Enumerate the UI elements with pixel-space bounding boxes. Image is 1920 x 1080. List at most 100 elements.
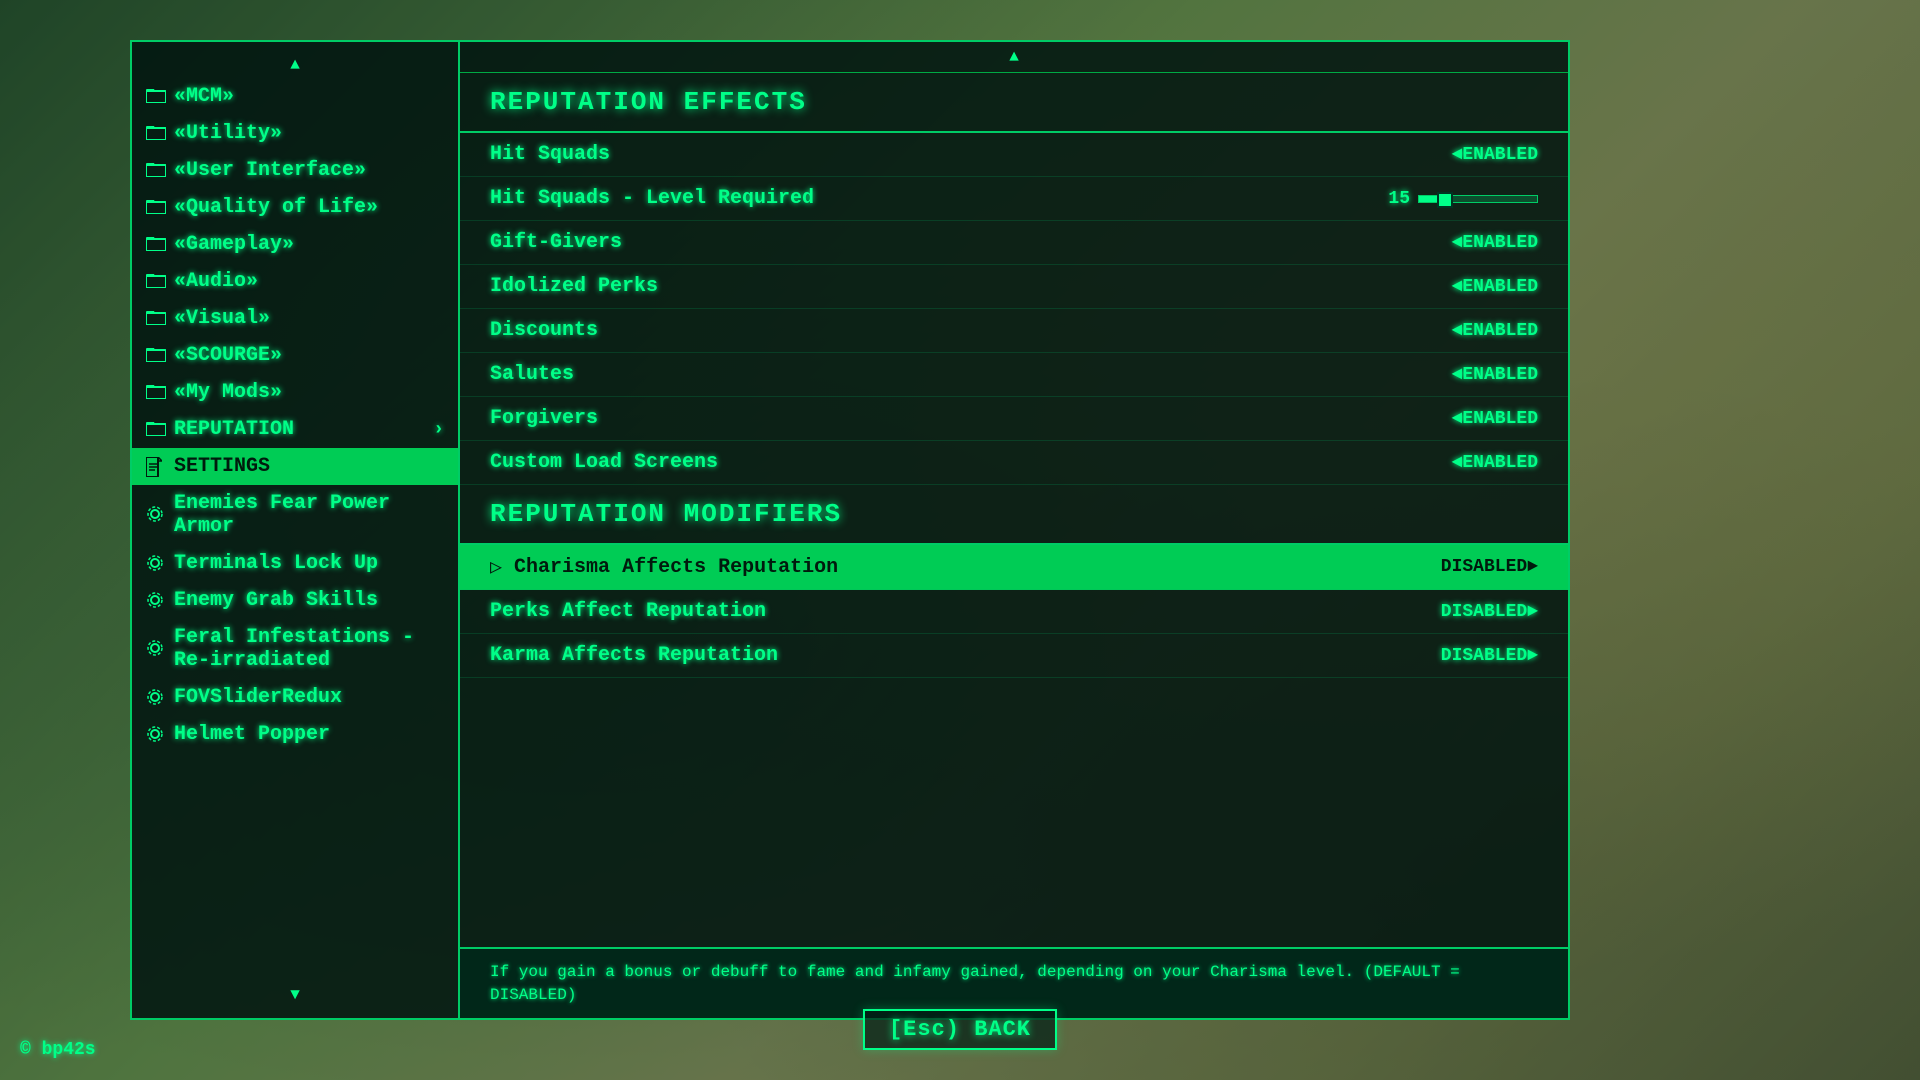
sidebar-item-scourge[interactable]: «SCOURGE»	[132, 337, 458, 374]
folder-icon	[146, 272, 166, 292]
cursor-arrow-charisma-affects: ▷	[490, 554, 502, 580]
sidebar-item-label-visual: «Visual»	[174, 307, 270, 330]
setting-value-karma-affects[interactable]: DISABLED►	[1378, 646, 1538, 666]
folder-icon	[146, 198, 166, 218]
setting-row-perks-affect[interactable]: Perks Affect ReputationDISABLED►	[460, 590, 1568, 634]
setting-row-gift-givers[interactable]: Gift-Givers◄ENABLED	[460, 221, 1568, 265]
setting-label-gift-givers: Gift-Givers	[490, 231, 1378, 254]
setting-value-hit-squads[interactable]: ◄ENABLED	[1378, 145, 1538, 165]
setting-value-salutes[interactable]: ◄ENABLED	[1378, 365, 1538, 385]
folder-icon	[146, 235, 166, 255]
setting-row-charisma-affects[interactable]: ▷ Charisma Affects ReputationDISABLED►	[460, 545, 1568, 590]
gear-icon	[146, 639, 166, 659]
setting-label-perks-affect: Perks Affect Reputation	[490, 600, 1378, 623]
sidebar-item-label-mcm: «MCM»	[174, 85, 234, 108]
sidebar-item-utility[interactable]: «Utility»	[132, 115, 458, 152]
folder-icon	[146, 309, 166, 329]
gear-icon	[146, 505, 166, 525]
setting-value-custom-load-screens[interactable]: ◄ENABLED	[1378, 453, 1538, 473]
setting-row-hit-squads[interactable]: Hit Squads◄ENABLED	[460, 133, 1568, 177]
sidebar-item-terminals-lock-up[interactable]: Terminals Lock Up	[132, 545, 458, 582]
ui-container: ▲ «MCM» «Utility» «User Interface» «Quality…	[130, 40, 1570, 1020]
setting-row-discounts[interactable]: Discounts◄ENABLED	[460, 309, 1568, 353]
sidebar-arrow-reputation: ›	[433, 420, 444, 440]
right-panel: ▲ REPUTATION EFFECTSHit Squads◄ENABLEDHi…	[460, 40, 1570, 1020]
sidebar-item-my-mods[interactable]: «My Mods»	[132, 374, 458, 411]
sidebar-scroll-up[interactable]: ▲	[132, 52, 458, 78]
sidebar-item-label-scourge: «SCOURGE»	[174, 344, 282, 367]
sidebar-item-enemies-fear[interactable]: Enemies Fear Power Armor	[132, 485, 458, 545]
section-header-reputation-modifiers: REPUTATION MODIFIERS	[460, 485, 1568, 545]
folder-icon	[146, 87, 166, 107]
sidebar-item-label-enemy-grab-skills: Enemy Grab Skills	[174, 589, 378, 612]
gear-icon	[146, 591, 166, 611]
setting-row-idolized-perks[interactable]: Idolized Perks◄ENABLED	[460, 265, 1568, 309]
folder-icon	[146, 124, 166, 144]
sidebar: ▲ «MCM» «Utility» «User Interface» «Quality…	[130, 40, 460, 1020]
setting-row-custom-load-screens[interactable]: Custom Load Screens◄ENABLED	[460, 441, 1568, 485]
sidebar-item-label-reputation: REPUTATION	[174, 418, 294, 441]
setting-value-charisma-affects[interactable]: DISABLED►	[1378, 557, 1538, 577]
folder-icon	[146, 346, 166, 366]
sidebar-item-gameplay[interactable]: «Gameplay»	[132, 226, 458, 263]
sidebar-item-label-my-mods: «My Mods»	[174, 381, 282, 404]
copyright-text: © bp42s	[20, 1040, 96, 1060]
slider-thumb-hit-squads-level	[1437, 192, 1453, 208]
slider-fill-hit-squads-level	[1419, 196, 1437, 202]
setting-label-hit-squads: Hit Squads	[490, 143, 1378, 166]
back-button-wrap: [Esc) BACK	[863, 1009, 1057, 1050]
sidebar-item-fov-slider-redux[interactable]: FOVSliderRedux	[132, 679, 458, 716]
sections-container: REPUTATION EFFECTSHit Squads◄ENABLEDHit …	[460, 73, 1568, 678]
sidebar-item-label-quality-of-life: «Quality of Life»	[174, 196, 378, 219]
slider-num-hit-squads-level: 15	[1388, 189, 1410, 209]
sidebar-item-label-enemies-fear: Enemies Fear Power Armor	[174, 492, 444, 538]
sidebar-item-visual[interactable]: «Visual»	[132, 300, 458, 337]
sidebar-item-label-fov-slider-redux: FOVSliderRedux	[174, 686, 342, 709]
setting-value-idolized-perks[interactable]: ◄ENABLED	[1378, 277, 1538, 297]
setting-label-salutes: Salutes	[490, 363, 1378, 386]
setting-label-hit-squads-level: Hit Squads - Level Required	[490, 187, 1338, 210]
folder-icon	[146, 420, 166, 440]
sidebar-item-feral-infestations[interactable]: Feral Infestations - Re-irradiated	[132, 619, 458, 679]
sidebar-item-label-audio: «Audio»	[174, 270, 258, 293]
sidebar-item-settings[interactable]: SETTINGS	[132, 448, 458, 485]
folder-icon	[146, 161, 166, 181]
sidebar-item-audio[interactable]: «Audio»	[132, 263, 458, 300]
slider-hit-squads-level[interactable]: 15	[1338, 189, 1538, 209]
setting-label-discounts: Discounts	[490, 319, 1378, 342]
back-button[interactable]: [Esc) BACK	[863, 1009, 1057, 1050]
sidebar-scroll-down[interactable]: ▼	[132, 982, 458, 1008]
sidebar-item-label-settings: SETTINGS	[174, 455, 270, 478]
sidebar-item-enemy-grab-skills[interactable]: Enemy Grab Skills	[132, 582, 458, 619]
page-icon	[146, 457, 166, 477]
slider-track-hit-squads-level[interactable]	[1418, 195, 1538, 203]
section-header-reputation-effects: REPUTATION EFFECTS	[460, 73, 1568, 133]
sidebar-item-label-helmet-popper: Helmet Popper	[174, 723, 330, 746]
sidebar-item-label-feral-infestations: Feral Infestations - Re-irradiated	[174, 626, 444, 672]
setting-row-karma-affects[interactable]: Karma Affects ReputationDISABLED►	[460, 634, 1568, 678]
folder-icon	[146, 383, 166, 403]
panel-scroll-up[interactable]: ▲	[460, 42, 1568, 73]
sidebar-item-quality-of-life[interactable]: «Quality of Life»	[132, 189, 458, 226]
setting-label-charisma-affects: Charisma Affects Reputation	[514, 556, 1378, 579]
setting-value-gift-givers[interactable]: ◄ENABLED	[1378, 233, 1538, 253]
setting-row-hit-squads-level[interactable]: Hit Squads - Level Required 15	[460, 177, 1568, 221]
sidebar-item-mcm[interactable]: «MCM»	[132, 78, 458, 115]
setting-value-perks-affect[interactable]: DISABLED►	[1378, 602, 1538, 622]
gear-icon	[146, 725, 166, 745]
sidebar-item-helmet-popper[interactable]: Helmet Popper	[132, 716, 458, 753]
setting-row-salutes[interactable]: Salutes◄ENABLED	[460, 353, 1568, 397]
sidebar-item-reputation[interactable]: REPUTATION ›	[132, 411, 458, 448]
setting-label-forgivers: Forgivers	[490, 407, 1378, 430]
gear-icon	[146, 554, 166, 574]
setting-row-forgivers[interactable]: Forgivers◄ENABLED	[460, 397, 1568, 441]
setting-value-discounts[interactable]: ◄ENABLED	[1378, 321, 1538, 341]
setting-label-custom-load-screens: Custom Load Screens	[490, 451, 1378, 474]
sidebar-item-label-terminals-lock-up: Terminals Lock Up	[174, 552, 378, 575]
sidebar-item-label-user-interface: «User Interface»	[174, 159, 366, 182]
setting-value-forgivers[interactable]: ◄ENABLED	[1378, 409, 1538, 429]
setting-label-karma-affects: Karma Affects Reputation	[490, 644, 1378, 667]
sidebar-item-user-interface[interactable]: «User Interface»	[132, 152, 458, 189]
sidebar-items-container: «MCM» «Utility» «User Interface» «Quality o…	[132, 78, 458, 753]
setting-label-idolized-perks: Idolized Perks	[490, 275, 1378, 298]
